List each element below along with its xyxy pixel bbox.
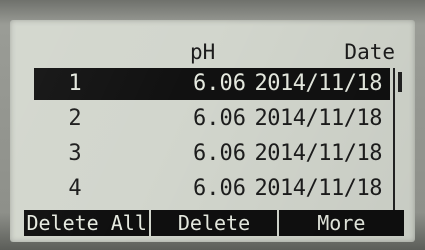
row-number: 2 — [68, 106, 82, 131]
data-log-list: 1 6.06 2014/11/18 2 6.06 2014/11/18 3 6.… — [34, 68, 404, 210]
row-date: 2014/11/18 — [254, 71, 383, 96]
table-row[interactable]: 2 6.06 2014/11/18 — [34, 103, 390, 135]
table-header: pH Date — [10, 38, 415, 72]
row-ph-value: 6.06 — [193, 71, 246, 96]
table-row[interactable]: 4 6.06 2014/11/18 — [34, 173, 390, 205]
row-date: 2014/11/18 — [254, 106, 383, 131]
scrollbar-thumb[interactable] — [398, 72, 402, 92]
softkey-bar: Delete All Delete More — [24, 210, 404, 236]
row-number: 3 — [68, 141, 82, 166]
row-number: 1 — [68, 71, 82, 96]
row-ph-value: 6.06 — [193, 106, 246, 131]
scrollbar[interactable] — [393, 68, 404, 210]
row-date: 2014/11/18 — [254, 141, 383, 166]
row-ph-value: 6.06 — [193, 176, 246, 201]
column-header-ph: pH — [190, 40, 216, 64]
row-ph-value: 6.06 — [193, 141, 246, 166]
table-row[interactable]: 1 6.06 2014/11/18 — [34, 68, 390, 100]
delete-button[interactable]: Delete — [151, 210, 279, 236]
more-button[interactable]: More — [279, 210, 404, 236]
table-row[interactable]: 3 6.06 2014/11/18 — [34, 138, 390, 170]
row-date: 2014/11/18 — [254, 176, 383, 201]
row-number: 4 — [68, 176, 82, 201]
column-header-date: Date — [344, 40, 395, 64]
delete-all-button[interactable]: Delete All — [24, 210, 152, 236]
lcd-screen: pH Date 1 6.06 2014/11/18 2 6.06 2014/11… — [10, 20, 415, 242]
